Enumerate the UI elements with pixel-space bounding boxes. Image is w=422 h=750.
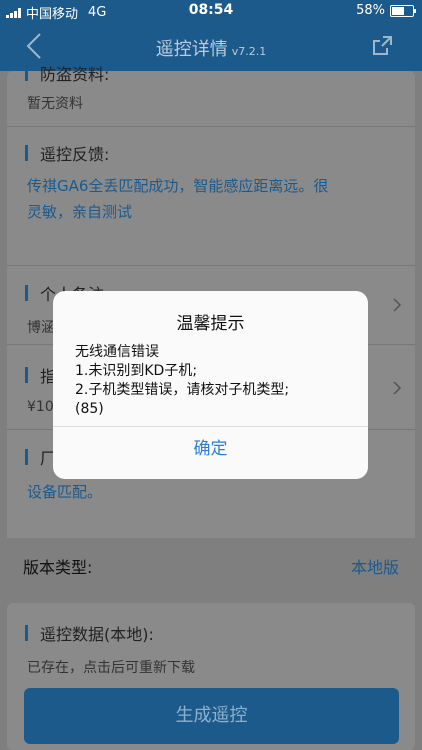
remote-feedback-line2: 灵敏，亲自测试 xyxy=(27,203,133,221)
dialog-message-line: (85) xyxy=(75,401,104,417)
dialog-message-line: 2.子机类型错误，请核对子机类型; xyxy=(75,382,290,398)
version-type-row: 版本类型: 本地版 xyxy=(0,538,422,588)
version-type-value: 本地版 xyxy=(350,558,399,577)
dialog-message: 无线通信错误 1.未识别到KD子机; 2.子机类型错误，请核对子机类型; (85… xyxy=(75,343,354,419)
page-title: 遥控详情 v7.2.1 xyxy=(0,35,422,61)
version-type-label: 版本类型: xyxy=(23,558,93,577)
guide-value: ¥10 xyxy=(27,399,54,415)
remote-feedback-heading: 遥控反馈: xyxy=(25,141,109,165)
section-marker xyxy=(25,449,28,465)
section-marker xyxy=(25,65,28,81)
dialog-title: 温馨提示 xyxy=(176,314,245,334)
remote-feedback-heading-text: 遥控反馈: xyxy=(40,145,110,164)
section-marker xyxy=(25,625,28,641)
dialog-message-line: 无线通信错误 xyxy=(75,344,159,360)
divider xyxy=(7,265,415,266)
dialog-message-line: 1.未识别到KD子机; xyxy=(75,363,198,379)
status-bar: 中国移动 4G 08:54 58% xyxy=(0,0,422,22)
battery-icon xyxy=(390,4,416,17)
factory-heading: 厂 xyxy=(25,445,56,469)
section-marker xyxy=(25,367,28,383)
section-marker xyxy=(25,145,28,161)
anti-theft-heading: 防盗资料: xyxy=(25,61,109,85)
personal-note-value: 博涵 xyxy=(27,320,55,336)
battery-percent: 58% xyxy=(356,3,385,18)
version-label: v7.2.1 xyxy=(231,45,267,58)
divider xyxy=(7,126,415,127)
anti-theft-heading-text: 防盗资料: xyxy=(40,65,110,84)
generate-remote-button[interactable]: 生成遥控 xyxy=(24,688,399,744)
remote-data-heading-text: 遥控数据(本地): xyxy=(40,625,154,644)
guide-heading[interactable]: 指 xyxy=(25,363,56,387)
alert-dialog: 温馨提示 无线通信错误 1.未识别到KD子机; 2.子机类型错误，请核对子机类型… xyxy=(53,291,368,479)
share-icon[interactable] xyxy=(370,34,394,58)
chevron-right-icon[interactable] xyxy=(392,297,402,313)
section-marker xyxy=(25,285,28,301)
page-title-text: 遥控详情 xyxy=(155,39,228,60)
remote-data-heading: 遥控数据(本地): xyxy=(25,621,154,645)
chevron-right-icon[interactable] xyxy=(392,380,402,396)
remote-feedback-line1: 传祺GA6全丢匹配成功，智能感应距离远。很 xyxy=(27,177,329,195)
factory-value: 设备匹配。 xyxy=(27,483,103,501)
remote-data-value: 已存在，点击后可重新下载 xyxy=(27,660,195,676)
anti-theft-value: 暂无资料 xyxy=(27,96,83,112)
confirm-button[interactable]: 确定 xyxy=(53,427,368,479)
